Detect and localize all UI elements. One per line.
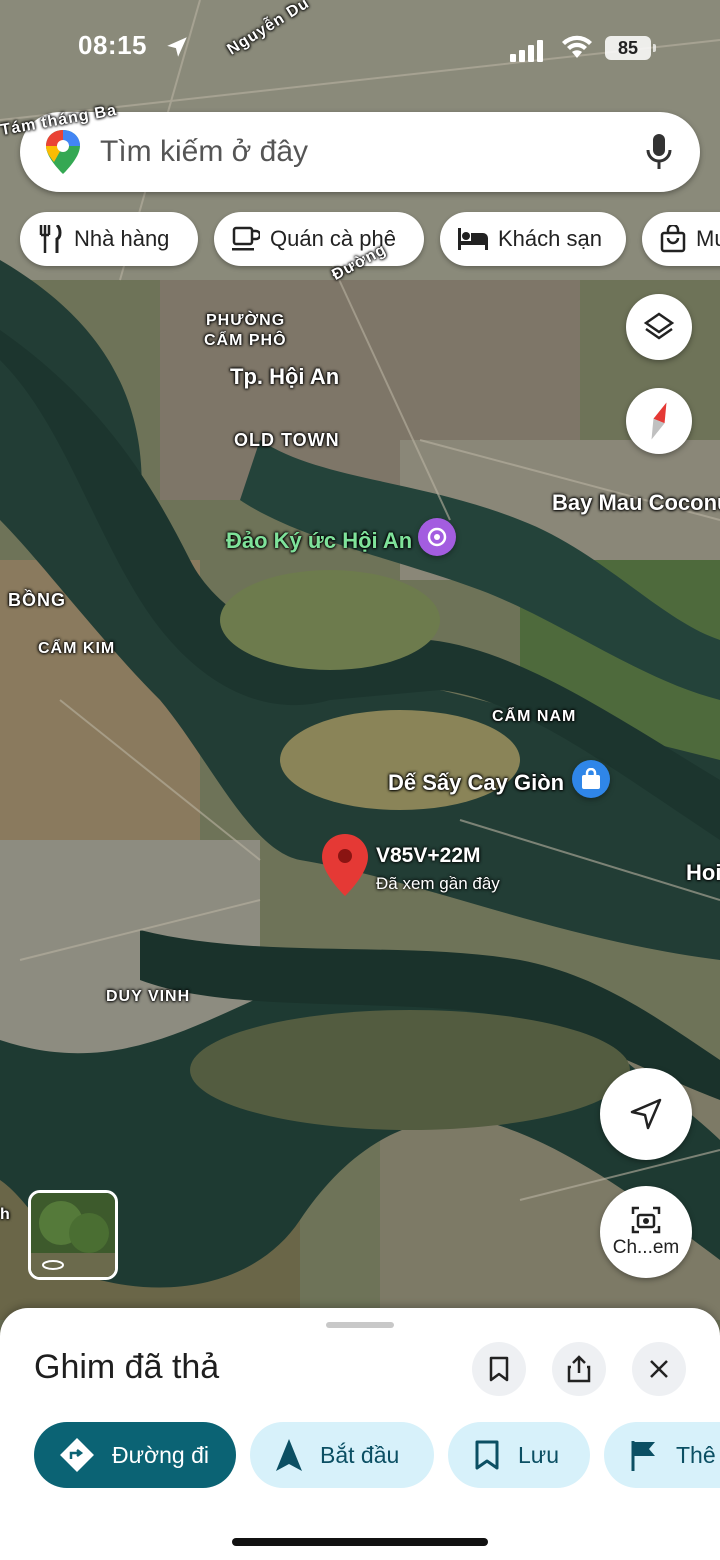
attraction-marker[interactable] [418,518,456,556]
area-label: BỒNG [8,590,66,610]
area-label: CẨM KIM [38,640,116,657]
compass-button[interactable] [626,388,692,454]
bookmark-icon [475,1440,499,1470]
camera-search-button[interactable]: Ch...em [600,1186,692,1278]
directions-icon [60,1438,94,1472]
street-view-thumbnail[interactable] [28,1190,118,1280]
shopping-bag-icon [660,225,686,253]
pin-code: V85V+22M [376,844,481,867]
start-label: Bắt đầu [320,1441,400,1468]
home-indicator[interactable] [232,1538,488,1546]
place-label: Đảo Ký ức Hội An [226,528,413,553]
search-input[interactable]: Tìm kiếm ở đây [100,135,308,169]
share-button[interactable] [552,1342,606,1396]
bottom-sheet[interactable]: Ghim đã thả Đường đi Bắt đầu Lưu Thê [0,1308,720,1560]
location-arrow-icon [167,37,187,57]
directions-label: Đường đi [112,1441,209,1468]
chip-restaurants[interactable]: Nhà hàng [20,212,198,266]
chip-label: Nhà hàng [74,226,170,251]
area-label: DUY VINH [106,988,191,1005]
navigation-arrow-icon [630,1098,662,1130]
start-button[interactable]: Bắt đầu [250,1422,434,1488]
compass-icon [651,402,667,440]
status-time: 08:15 [78,30,147,60]
place-label: Bay Mau Coconu [552,490,720,515]
navigation-arrow-icon [276,1439,302,1471]
cellular-signal-icon [510,40,543,62]
battery-indicator: 85 [605,36,656,60]
drag-handle[interactable] [326,1322,394,1328]
area-label: OLD TOWN [234,430,340,450]
place-label: Hoi [686,860,720,885]
area-label: CẨM NAM [492,708,577,725]
shop-marker[interactable] [572,760,610,798]
layers-icon [643,312,675,340]
save-button[interactable] [472,1342,526,1396]
area-label: PHƯỜNG [206,312,286,329]
close-button[interactable] [632,1342,686,1396]
bed-icon [458,228,488,250]
chip-hotels[interactable]: Khách sạn [440,212,626,266]
search-bar[interactable]: Tìm kiếm ở đây [20,112,700,192]
save-action-button[interactable]: Lưu [448,1422,590,1488]
status-bar: 08:15 85 [0,0,720,100]
more-button[interactable]: Thê [604,1422,720,1488]
microphone-icon[interactable] [646,134,672,170]
close-icon [650,1360,668,1378]
coffee-icon [232,226,260,251]
flag-icon [631,1441,655,1471]
chip-label: Khách sạn [498,226,602,251]
bookmark-icon [489,1356,509,1382]
area-label: CẨM PHÔ [204,332,287,349]
sheet-title: Ghim đã thả [34,1348,220,1386]
my-location-button[interactable] [600,1068,692,1160]
more-label: Thê [676,1441,716,1468]
place-label: Dế Sấy Cay Giòn [388,770,565,795]
attraction-icon [427,527,447,547]
camera-icon [631,1206,661,1234]
shopping-bag-icon [582,768,600,789]
directions-button[interactable]: Đường đi [34,1422,236,1488]
camera-label: Ch...em [612,1237,680,1258]
share-icon [567,1355,591,1383]
save-label: Lưu [518,1441,559,1468]
dropped-pin-icon[interactable] [322,834,368,896]
maps-logo-icon [46,130,80,174]
city-label: Tp. Hội An [230,364,340,389]
chip-label: Mu [696,226,720,251]
cutlery-icon [39,225,62,253]
wifi-icon [562,35,592,58]
pin-subtitle: Đã xem gần đây [376,874,500,893]
chip-shopping[interactable]: Mu [642,212,720,266]
layers-button[interactable] [626,294,692,360]
chip-cafes[interactable]: Quán cà phê [214,212,424,266]
area-label: h [0,1206,11,1223]
